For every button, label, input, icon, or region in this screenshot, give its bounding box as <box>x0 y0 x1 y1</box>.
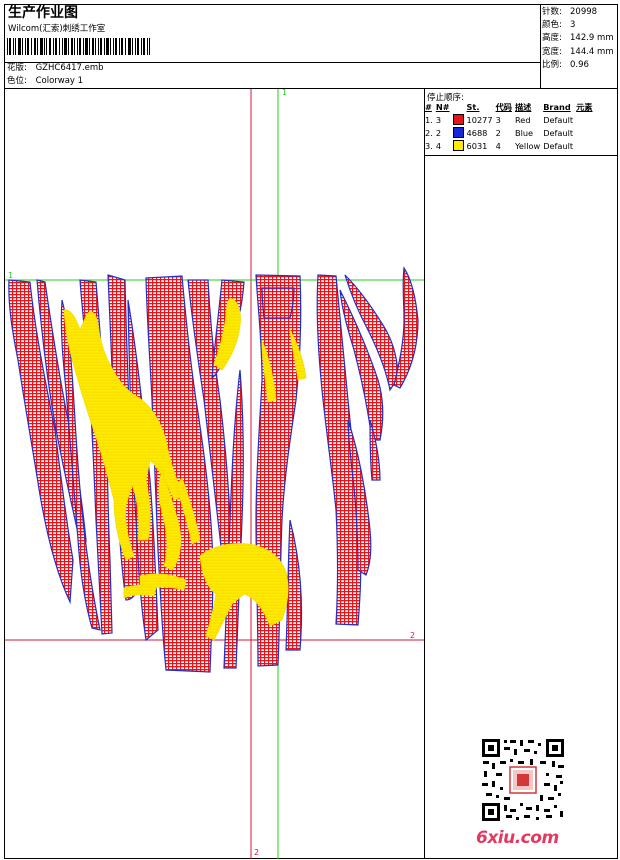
qr-code <box>480 737 566 823</box>
guide-label-top: 1 <box>282 88 287 97</box>
guide-label-left: 1 <box>8 271 13 280</box>
stripe <box>261 287 295 319</box>
guide-label-bottom: 2 <box>254 848 259 857</box>
stripe <box>393 266 419 389</box>
guide-label-right: 2 <box>410 631 415 640</box>
watermark: 6xiu.com <box>476 828 559 848</box>
embroidery-design: 1 1 2 2 <box>5 88 424 859</box>
